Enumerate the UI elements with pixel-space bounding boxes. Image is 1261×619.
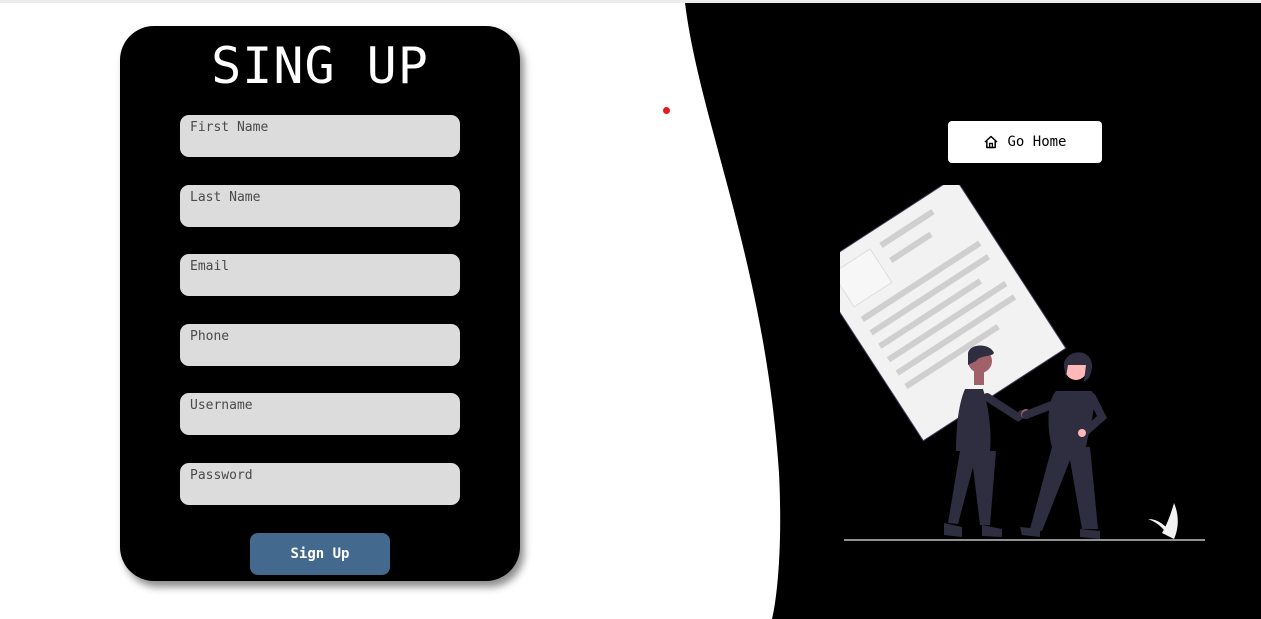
go-home-label: Go Home: [1007, 134, 1067, 150]
red-dot: [663, 107, 670, 114]
first-name-input[interactable]: [180, 115, 460, 157]
signup-card: SING UP Sign Up: [120, 26, 520, 581]
home-icon: [983, 134, 999, 150]
username-input[interactable]: [180, 393, 460, 435]
go-home-button[interactable]: Go Home: [948, 121, 1102, 163]
sign-up-button[interactable]: Sign Up: [250, 533, 390, 575]
phone-input[interactable]: [180, 324, 460, 366]
last-name-input[interactable]: [180, 185, 460, 227]
form-title: SING UP: [211, 37, 429, 95]
password-input[interactable]: [180, 463, 460, 505]
email-input[interactable]: [180, 254, 460, 296]
handshake-contract-illustration: [840, 185, 1205, 541]
